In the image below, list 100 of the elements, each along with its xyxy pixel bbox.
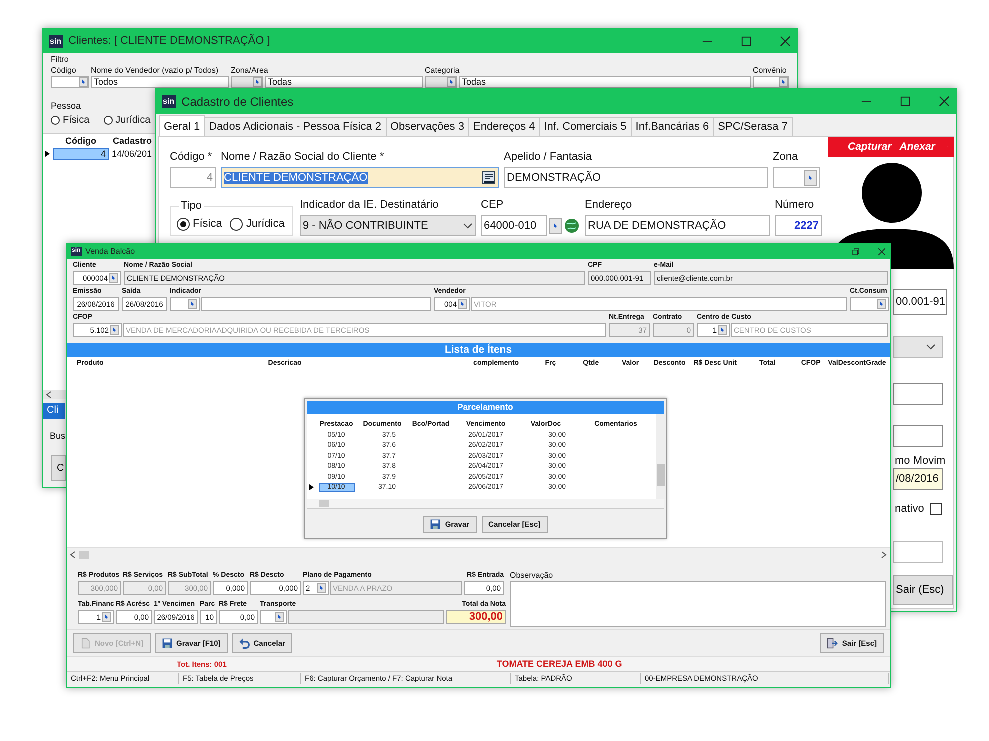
table-cell[interactable]: 14/06/201 [112, 149, 152, 159]
dropdown[interactable]: 9 - NÃO CONTRIBUINTE [300, 215, 476, 236]
field-label: Código * [170, 151, 214, 163]
exit-button[interactable]: Sair (Esc) [893, 575, 953, 605]
input-field[interactable]: CLIENTE DEMONSTRAÇÃO [221, 167, 499, 188]
arrow-icon [254, 79, 260, 85]
arrow-icon [80, 79, 86, 85]
app-logo: sin [162, 95, 176, 108]
input-field[interactable] [893, 383, 943, 405]
close-icon[interactable] [939, 96, 950, 107]
lookup-button[interactable] [110, 325, 119, 335]
input-field[interactable]: 4 [170, 167, 216, 188]
input-field[interactable] [893, 425, 943, 447]
field-label: Nome do Vendedor (vazio p/ Todos) [91, 65, 218, 76]
input-field[interactable]: DEMONSTRAÇÃO [504, 167, 768, 188]
close-icon[interactable] [780, 36, 791, 46]
lookup-button[interactable] [275, 612, 284, 622]
lookup-button[interactable] [253, 77, 262, 87]
input-field[interactable] [260, 610, 287, 624]
section-label: Pessoa [51, 101, 82, 112]
input-field[interactable] [51, 76, 89, 88]
lookup-button[interactable] [779, 77, 788, 87]
group-label: Tipo [179, 200, 204, 212]
tab[interactable]: Geral 1 [159, 115, 206, 136]
input-field[interactable] [773, 167, 820, 188]
horizontal-scrollbar[interactable] [307, 499, 664, 509]
input-field[interactable] [231, 76, 263, 88]
radio-button[interactable]: Física [51, 114, 90, 126]
input-field[interactable] [425, 76, 457, 88]
input-field[interactable] [893, 541, 943, 563]
field-label: Nome / Razão Social do Cliente * [221, 151, 386, 163]
restore-icon[interactable] [852, 248, 860, 256]
link[interactable]: Anexar [900, 141, 936, 153]
status-text: TOMATE CEREJA EMB 400 G [496, 659, 622, 669]
lookup-button[interactable] [458, 299, 467, 309]
arrow-right-icon[interactable] [881, 550, 887, 558]
tab[interactable]: SPC/Serasa 7 [713, 117, 793, 136]
arrow-icon [276, 614, 282, 620]
arrow-icon [878, 301, 884, 307]
list-header: Lista de Ítens [67, 343, 890, 357]
radio-button[interactable]: Física [177, 218, 222, 230]
input-field[interactable]: Todos [91, 76, 229, 88]
radio-button[interactable]: Jurídica [104, 114, 151, 126]
arrow-icon [448, 79, 454, 85]
vertical-scrollbar[interactable] [656, 414, 666, 499]
lookup-button[interactable] [188, 299, 197, 309]
section-label: Filtro [51, 54, 69, 65]
field-label: Observação [510, 571, 554, 581]
lookup-button[interactable] [79, 77, 88, 87]
lookup-button[interactable] [549, 218, 562, 234]
lookup-button[interactable] [317, 583, 326, 593]
field-label: Zona [773, 151, 800, 163]
input-field[interactable]: Todas [459, 76, 751, 88]
lookup-button[interactable] [718, 325, 727, 335]
input-field[interactable] [170, 297, 200, 311]
arrow-left-icon[interactable] [46, 390, 52, 398]
globe-icon[interactable] [564, 218, 580, 234]
field-label: Endereço [585, 199, 634, 211]
lookup-button[interactable] [447, 77, 456, 87]
field-label: Código [51, 65, 76, 76]
maximize-icon[interactable] [900, 96, 911, 107]
horizontal-scrollbar[interactable] [67, 547, 890, 561]
lookup-button[interactable] [109, 273, 118, 283]
radio-button[interactable]: Jurídica [230, 218, 285, 230]
arrow-icon [112, 327, 118, 333]
table-cell[interactable]: 4 [53, 148, 109, 160]
lookup-button[interactable] [804, 170, 817, 186]
field-label: Apelido / Fantasia [504, 151, 594, 163]
field-label: Bus [50, 431, 66, 441]
document-icon[interactable] [482, 170, 496, 184]
arrow-icon [190, 301, 196, 307]
arrow-icon [720, 327, 726, 333]
input-field[interactable]: 64000-010 [481, 215, 547, 236]
field-label: Indicador da IE. Destinatário [300, 199, 440, 211]
button[interactable]: C [51, 455, 66, 481]
arrow-icon [808, 174, 814, 180]
field-label: Categoria [425, 65, 460, 76]
input-field[interactable]: 00.001-91 [893, 289, 947, 315]
lookup-button[interactable] [102, 612, 111, 622]
maximize-icon[interactable] [741, 36, 752, 46]
checkbox[interactable]: nativo [893, 503, 942, 515]
arrow-icon [104, 614, 110, 620]
scroll-thumb[interactable] [79, 550, 89, 558]
input-field[interactable]: /08/2016 [893, 468, 943, 490]
close-icon[interactable] [878, 248, 886, 256]
column-header: Código [64, 136, 98, 146]
lookup-button[interactable] [877, 299, 886, 309]
input-field[interactable] [850, 297, 889, 311]
input-field[interactable] [753, 76, 789, 88]
input-field[interactable]: Todas [265, 76, 423, 88]
field-label: mo Movim [894, 455, 946, 467]
arrow-left-icon[interactable] [70, 550, 76, 558]
exit-door-icon [827, 638, 838, 648]
total-field: 300,00 [446, 610, 506, 624]
dialog-title: Parcelamento [307, 401, 664, 414]
link[interactable]: Capturar [848, 141, 892, 153]
tab[interactable]: Cli [43, 403, 65, 419]
arrow-icon [318, 585, 324, 591]
input-field[interactable]: 2227 [775, 215, 822, 236]
input-field[interactable]: RUA DE DEMONSTRAÇÃO [585, 215, 770, 236]
